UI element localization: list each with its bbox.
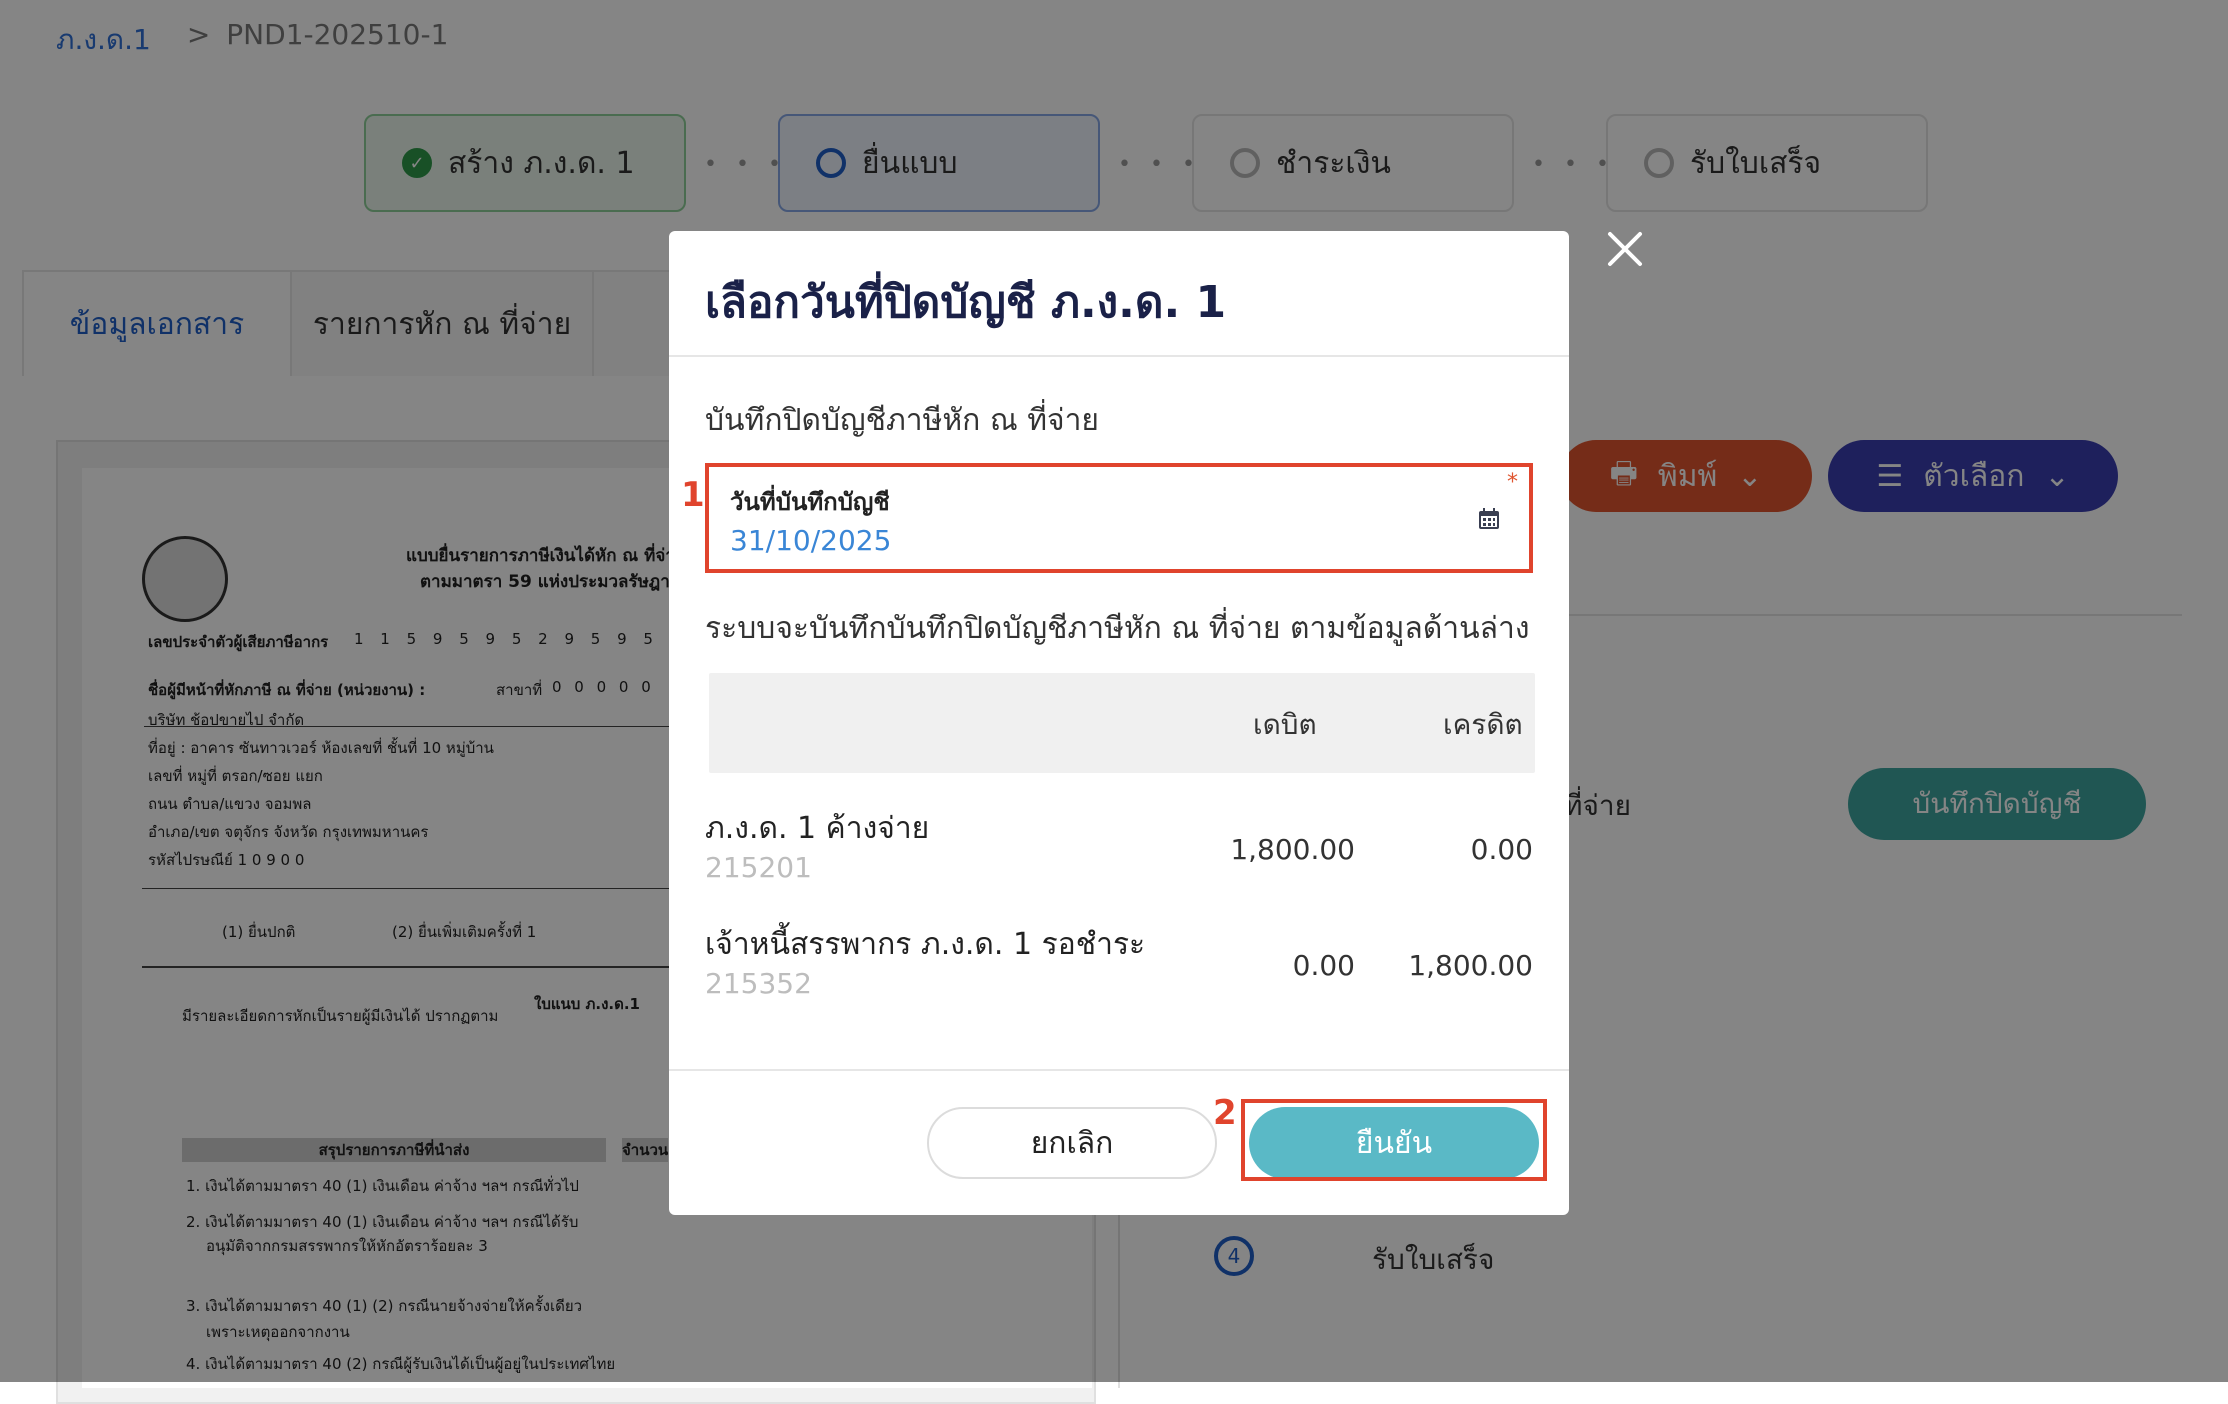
step-marker-2: 2	[1213, 1093, 1237, 1133]
modal-footer-divider	[669, 1069, 1569, 1071]
debit-value: 1,800.00	[1230, 833, 1355, 866]
step-marker-1: 1	[681, 475, 705, 515]
account-name: ภ.ง.ด. 1 ค้างจ่าย	[705, 811, 930, 846]
account-name: เจ้าหนี้สรรพากร ภ.ง.ด. 1 รอชำระ	[705, 927, 1146, 962]
modal-title: เลือกวันที่ปิดบัญชี ภ.ง.ด. 1	[705, 277, 1227, 328]
debit-value: 0.00	[1292, 949, 1355, 982]
highlight-box-confirm	[1241, 1099, 1547, 1181]
credit-value: 1,800.00	[1408, 949, 1533, 982]
account-code: 215201	[705, 851, 812, 884]
journal-table-header: เดบิต เครดิต	[709, 673, 1535, 773]
cancel-button[interactable]: ยกเลิก	[927, 1107, 1217, 1179]
credit-value: 0.00	[1470, 833, 1533, 866]
close-icon[interactable]	[1606, 230, 1644, 268]
debit-header: เดบิต	[1253, 708, 1317, 741]
modal-header-divider	[669, 355, 1569, 357]
close-account-date-modal: เลือกวันที่ปิดบัญชี ภ.ง.ด. 1 บันทึกปิดบั…	[669, 231, 1569, 1215]
credit-header: เครดิต	[1443, 708, 1523, 741]
highlight-box-date	[705, 463, 1533, 573]
info-text: ระบบจะบันทึกบันทึกปิดบัญชีภาษีหัก ณ ที่จ…	[705, 611, 1530, 646]
modal-subtitle: บันทึกปิดบัญชีภาษีหัก ณ ที่จ่าย	[705, 403, 1099, 438]
account-code: 215352	[705, 967, 812, 1000]
